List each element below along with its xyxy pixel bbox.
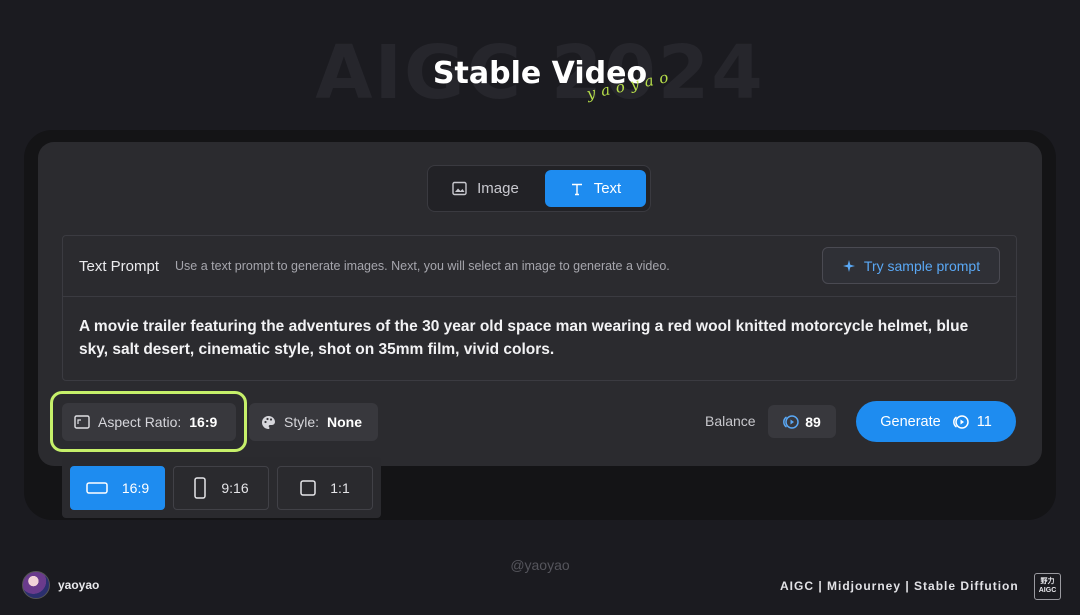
- style-value: None: [327, 414, 363, 430]
- brand-badge: 野力 AIGC: [1034, 573, 1061, 600]
- sparkle-icon: [842, 259, 856, 273]
- aspect-ratio-button[interactable]: Aspect Ratio: 16:9: [62, 403, 236, 441]
- tab-text[interactable]: Text: [544, 170, 646, 207]
- ratio-option-label: 1:1: [330, 479, 350, 496]
- text-icon: [570, 182, 584, 196]
- aspect-ratio-value: 16:9: [189, 414, 218, 430]
- ratio-option-16-9[interactable]: 16:9: [70, 465, 165, 510]
- prompt-input[interactable]: A movie trailer featuring the adventures…: [63, 297, 1016, 379]
- ratio-option-label: 16:9: [121, 479, 150, 496]
- aspect-ratio-menu: 16:9 9:16 1:1: [62, 457, 381, 518]
- prompt-hint: Use a text prompt to generate images. Ne…: [175, 259, 670, 273]
- landscape-icon: [86, 481, 108, 495]
- watermark-handle: @yaoyao: [510, 557, 570, 573]
- ratio-option-1-1[interactable]: 1:1: [277, 465, 373, 510]
- prompt-header: Text Prompt Use a text prompt to generat…: [63, 236, 1016, 297]
- balance-badge: 89: [768, 405, 836, 438]
- aspect-ratio-label: Aspect Ratio:: [98, 414, 182, 430]
- page-title: Stable Video: [432, 56, 648, 91]
- balance-value: 89: [805, 413, 821, 430]
- author-name: yaoyao: [58, 578, 100, 592]
- prompt-label: Text Prompt: [79, 257, 160, 275]
- square-icon: [300, 479, 317, 496]
- generate-button[interactable]: Generate 11: [856, 401, 1016, 442]
- brand-badge-line2: AIGC: [1038, 587, 1057, 594]
- tab-image[interactable]: Image: [432, 170, 539, 207]
- tab-image-label: Image: [477, 180, 519, 197]
- prompt-box: Text Prompt Use a text prompt to generat…: [62, 235, 1017, 381]
- style-label: Style:: [284, 414, 320, 430]
- ratio-option-label: 9:16: [221, 479, 249, 496]
- brand-badge-line1: 野力: [1040, 578, 1055, 585]
- palette-icon: [261, 415, 276, 430]
- ratio-option-9-16[interactable]: 9:16: [173, 465, 269, 510]
- tab-text-label: Text: [593, 180, 622, 197]
- image-icon: [452, 181, 467, 196]
- credit-icon: [952, 414, 969, 429]
- footer-tags: AIGC | Midjourney | Stable Diffution: [780, 579, 1019, 593]
- generate-label: Generate: [880, 413, 941, 430]
- portrait-icon: [193, 476, 207, 499]
- try-sample-prompt-label: Try sample prompt: [863, 257, 981, 274]
- style-button[interactable]: Style: None: [249, 403, 378, 441]
- balance-label: Balance: [705, 413, 756, 429]
- mode-switch: Image Text: [427, 165, 651, 212]
- aspect-ratio-icon: [74, 415, 90, 429]
- try-sample-prompt-button[interactable]: Try sample prompt: [822, 247, 1000, 284]
- credit-icon: [783, 414, 799, 429]
- avatar: [22, 571, 50, 599]
- generate-cost: 11: [976, 413, 992, 430]
